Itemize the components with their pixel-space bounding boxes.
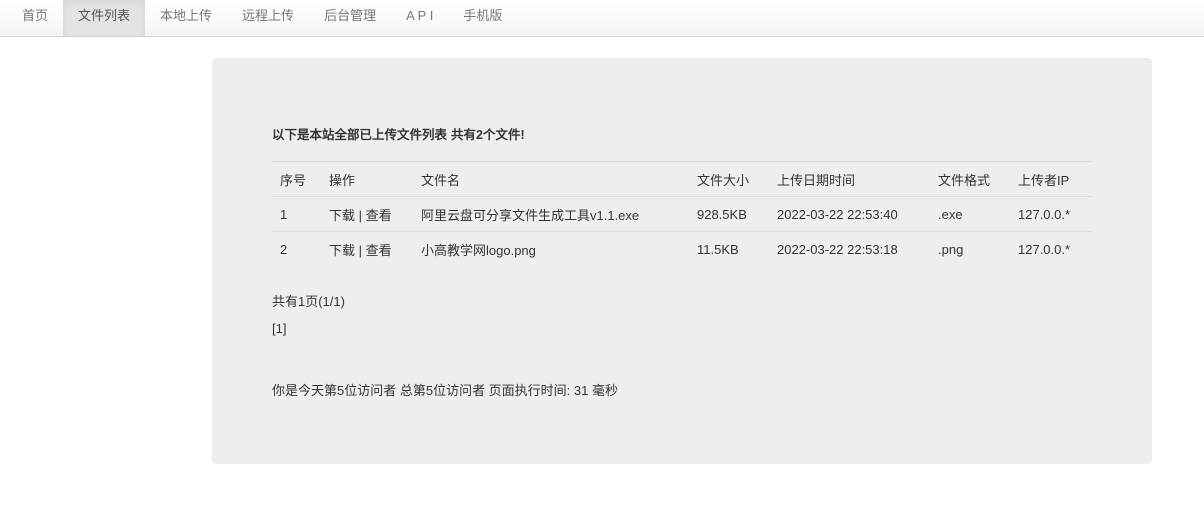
row-actions: 下载 | 查看 [321, 196, 413, 232]
view-link[interactable]: 查看 [366, 208, 392, 223]
file-count: 共有2个文件! [451, 128, 525, 142]
nav-item-api[interactable]: A P I [391, 0, 448, 36]
table-header-row: 序号 操作 文件名 文件大小 上传日期时间 文件格式 上传者IP [272, 161, 1092, 197]
col-header-date: 上传日期时间 [769, 161, 930, 197]
nav-item-file-list[interactable]: 文件列表 [63, 0, 146, 36]
file-table: 序号 操作 文件名 文件大小 上传日期时间 文件格式 上传者IP 1 下载 | … [272, 161, 1092, 266]
col-header-no: 序号 [272, 161, 321, 197]
view-link[interactable]: 查看 [366, 243, 392, 258]
row-size: 928.5KB [689, 196, 769, 232]
col-header-format: 文件格式 [930, 161, 1010, 197]
col-header-filename: 文件名 [413, 161, 689, 197]
row-filename: 小高教学网logo.png [413, 231, 689, 266]
row-ip: 127.0.0.* [1010, 231, 1092, 266]
visitor-stats: 你是今天第5位访问者 总第5位访问者 页面执行时间: 31 毫秒 [272, 383, 618, 398]
row-date: 2022-03-22 22:53:18 [769, 231, 930, 266]
row-date: 2022-03-22 22:53:40 [769, 196, 930, 232]
pagination: [1] [272, 321, 286, 336]
row-size: 11.5KB [689, 231, 769, 266]
table-row: 2 下载 | 查看 小高教学网logo.png 11.5KB 2022-03-2… [272, 231, 1092, 266]
col-header-size: 文件大小 [689, 161, 769, 197]
col-header-action: 操作 [321, 161, 413, 197]
row-format: .png [930, 231, 1010, 266]
row-actions: 下载 | 查看 [321, 231, 413, 266]
heading-text: 以下是本站全部已上传文件列表 [272, 128, 448, 142]
action-separator: | [358, 242, 363, 258]
nav-item-local-upload[interactable]: 本地上传 [145, 0, 227, 36]
action-separator: | [358, 207, 363, 223]
row-no: 1 [272, 196, 321, 232]
download-link[interactable]: 下载 [329, 243, 355, 258]
pagination-current-page[interactable]: [1] [272, 321, 286, 336]
download-link[interactable]: 下载 [329, 208, 355, 223]
content-panel: 以下是本站全部已上传文件列表 共有2个文件! 序号 操作 文件名 文件大小 上传日… [212, 58, 1152, 464]
row-ip: 127.0.0.* [1010, 196, 1092, 232]
col-header-ip: 上传者IP [1010, 161, 1092, 197]
nav-item-mobile[interactable]: 手机版 [448, 0, 517, 36]
nav-menu: 首页 文件列表 本地上传 远程上传 后台管理 A P I 手机版 [0, 0, 1204, 36]
row-no: 2 [272, 231, 321, 266]
row-format: .exe [930, 196, 1010, 232]
top-navbar: 首页 文件列表 本地上传 远程上传 后台管理 A P I 手机版 [0, 0, 1204, 37]
nav-item-remote-upload[interactable]: 远程上传 [227, 0, 309, 36]
nav-item-admin[interactable]: 后台管理 [309, 0, 391, 36]
page-heading: 以下是本站全部已上传文件列表 共有2个文件! [272, 124, 525, 143]
row-filename: 阿里云盘可分享文件生成工具v1.1.exe [413, 196, 689, 232]
page-info: 共有1页(1/1) [272, 294, 345, 309]
nav-item-home[interactable]: 首页 [7, 0, 63, 36]
table-row: 1 下载 | 查看 阿里云盘可分享文件生成工具v1.1.exe 928.5KB … [272, 196, 1092, 232]
